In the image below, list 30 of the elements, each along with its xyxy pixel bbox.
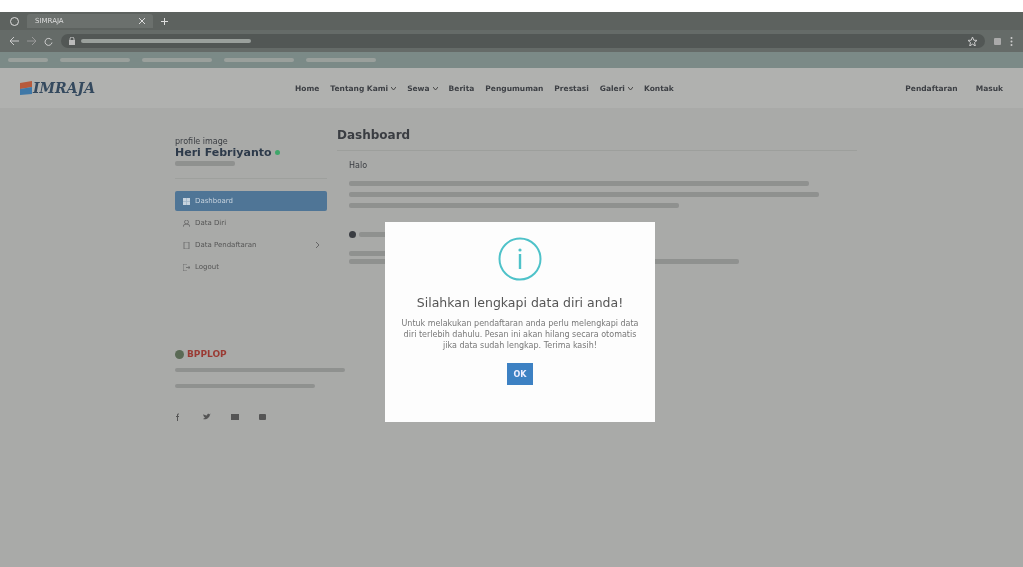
plus-icon[interactable] — [161, 17, 168, 25]
close-icon[interactable] — [139, 18, 145, 24]
blurred-text-line — [175, 161, 235, 166]
dialog-title: Silahkan lengkapi data diri anda! — [416, 295, 624, 310]
forward-icon[interactable] — [27, 37, 36, 45]
ok-button[interactable]: OK — [507, 363, 533, 385]
document-icon — [183, 241, 190, 249]
star-icon[interactable] — [968, 36, 977, 46]
reload-icon[interactable] — [44, 36, 53, 46]
browser-icon — [10, 16, 19, 26]
image-alt-text: profile image — [175, 137, 229, 146]
info-icon — [349, 231, 356, 238]
menu-icon[interactable] — [1010, 36, 1013, 46]
logout-icon — [183, 263, 190, 271]
user-icon — [183, 219, 190, 227]
greeting-text: Halo — [349, 161, 369, 170]
page-title: Dashboard — [337, 128, 412, 142]
twitter-icon[interactable] — [203, 413, 211, 421]
flag-logo-icon — [20, 81, 32, 95]
back-icon[interactable] — [10, 37, 19, 45]
dialog-message: Untuk melakukan pendaftaran anda perlu melengkapi data diri terlebih dahulu. Pesan ini akan hilang secara otomatis jika data sudah lengkap. Terima kasih! — [400, 318, 640, 351]
footer-logo: BPPLOP — [187, 349, 227, 359]
site-logo[interactable]: IMRAJA — [33, 80, 96, 96]
address-bar[interactable] — [61, 34, 985, 48]
emblem-icon — [175, 349, 184, 359]
extension-icon[interactable] — [993, 36, 1002, 46]
lock-icon — [69, 37, 75, 45]
info-icon — [498, 237, 542, 281]
grid-icon — [183, 197, 190, 205]
user-name: Heri Febriyanto — [175, 146, 272, 159]
